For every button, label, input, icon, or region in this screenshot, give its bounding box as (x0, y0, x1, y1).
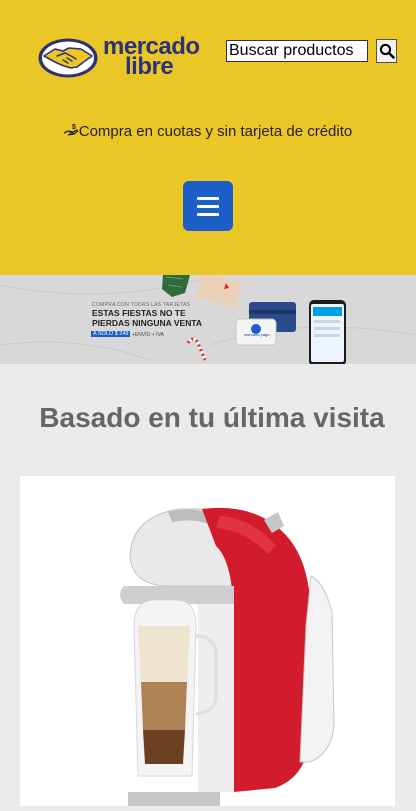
promo-banner[interactable]: COMPRA CON TODAS LAS TARJETAS ESTAS FIES… (0, 275, 416, 364)
mercadolibre-logo[interactable]: mercado libre (37, 35, 209, 80)
product-card[interactable] (20, 476, 395, 806)
banner-artwork (0, 275, 416, 364)
banner-headline: ESTAS FIESTAS NO TE PIERDAS NINGUNA VENT… (92, 308, 203, 328)
installments-promo: $ Compra en cuotas y sin tarjeta de créd… (0, 123, 416, 140)
site-header: mercado libre $ Compra en cuotas y sin t… (0, 0, 416, 275)
banner-price-badge: A SOLO $ 249 (91, 331, 131, 337)
hand-coin-icon: $ (63, 124, 78, 136)
section-title: Basado en tu última visita (39, 402, 385, 433)
hamburger-menu-icon (197, 196, 219, 200)
banner-price-note: +ENVÍO + IVA (132, 332, 164, 338)
logo-text-libre: libre (125, 53, 174, 80)
hamburger-menu-button[interactable] (183, 181, 233, 231)
coffee-machine-product-image (120, 507, 335, 806)
search-button[interactable] (376, 39, 397, 63)
promo-text: Compra en cuotas y sin tarjeta de crédit… (78, 123, 353, 140)
search-icon (379, 43, 395, 59)
card-reader-label: mercado pago (244, 332, 270, 337)
search-input[interactable] (226, 40, 368, 62)
svg-text:$: $ (72, 124, 76, 131)
handshake-logo-icon (38, 38, 98, 78)
